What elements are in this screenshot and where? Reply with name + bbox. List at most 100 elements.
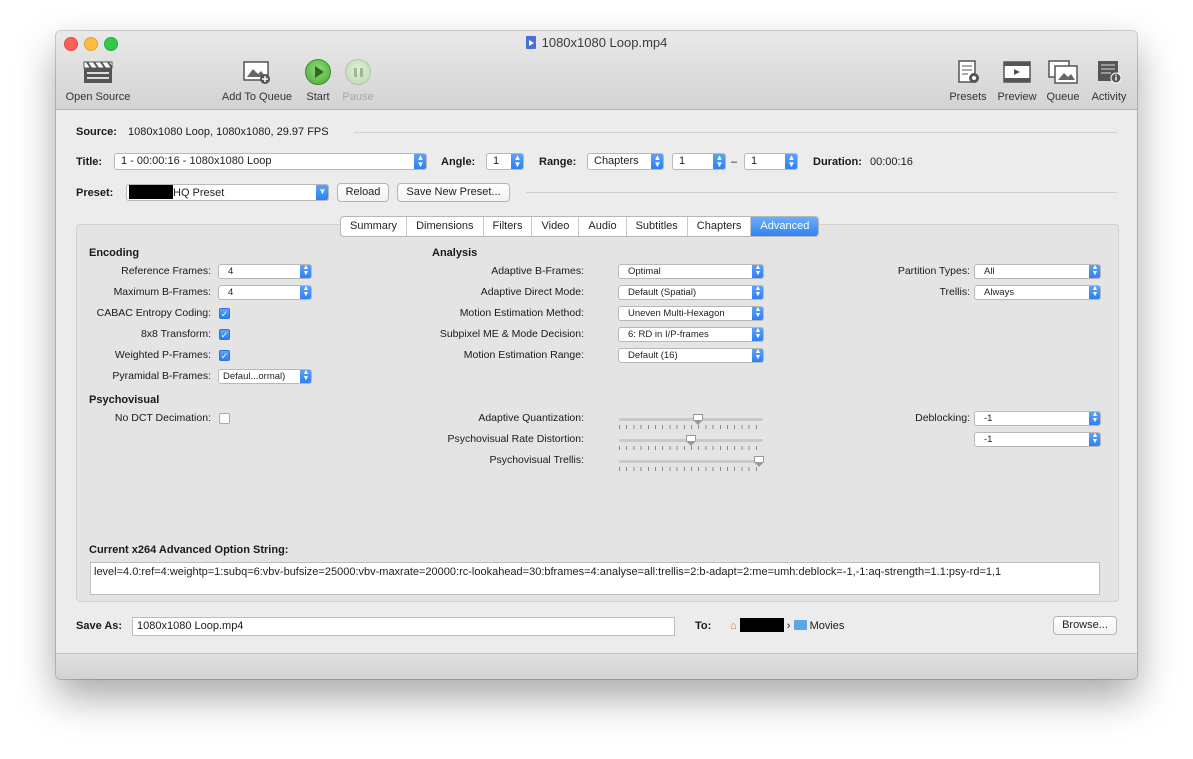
destination-path[interactable]: ⌂ › Movies — [730, 618, 844, 632]
weighted-p-label: Weighted P-Frames: — [114, 349, 211, 361]
chevron-updown-icon: ▲ ▼ — [651, 154, 663, 169]
status-bar — [56, 653, 1137, 679]
start-button[interactable]: Start — [300, 59, 336, 103]
source-label: Source: — [76, 126, 117, 138]
cabac-label: CABAC Entropy Coding: — [96, 307, 211, 319]
partition-types-select[interactable]: All ▲ ▼ — [974, 264, 1101, 279]
adaptive-direct-label: Adaptive Direct Mode: — [480, 286, 584, 298]
main-window: 1080x1080 Loop.mp4 Open Source Add To Qu… — [56, 31, 1137, 679]
psy-trellis-slider[interactable] — [619, 456, 764, 471]
transform-checkbox[interactable]: ✓ — [219, 329, 230, 340]
no-dct-checkbox[interactable] — [219, 413, 230, 424]
browse-button[interactable]: Browse... — [1053, 616, 1117, 635]
save-new-preset-button[interactable]: Save New Preset... — [397, 183, 510, 202]
me-range-select[interactable]: Default (16) ▲ ▼ — [618, 348, 764, 363]
tab-filters[interactable]: Filters — [484, 217, 533, 236]
chevron-updown-icon: ▲ ▼ — [511, 154, 523, 169]
add-to-queue-button[interactable]: Add To Queue — [218, 59, 296, 103]
preset-select[interactable]: HQ Preset ▼ — [126, 184, 329, 201]
range-start-select[interactable]: 1 ▲ ▼ — [672, 153, 726, 170]
queue-button[interactable]: Queue — [1043, 59, 1083, 103]
chevron-updown-icon: ▲ ▼ — [752, 286, 763, 299]
chevron-updown-icon: ▲ ▼ — [1089, 412, 1100, 425]
title-label: Title: — [76, 156, 103, 168]
me-method-label: Motion Estimation Method: — [459, 307, 584, 319]
deblock-strength-select[interactable]: -1 ▲ ▼ — [974, 411, 1101, 426]
pause-button[interactable]: Pause — [339, 59, 377, 103]
title-select[interactable]: 1 - 00:00:16 - 1080x1080 Loop ▲ ▼ — [114, 153, 427, 170]
slider-knob[interactable] — [686, 435, 696, 446]
chevron-updown-icon: ▲ ▼ — [713, 154, 725, 169]
trellis-select[interactable]: Always ▲ ▼ — [974, 285, 1101, 300]
chevron-updown-icon: ▲ ▼ — [752, 328, 763, 341]
chevron-updown-icon: ▲ ▼ — [752, 307, 763, 320]
chevron-updown-icon: ▲ ▼ — [752, 265, 763, 278]
duration-label: Duration: — [813, 156, 862, 168]
no-dct-label: No DCT Decimation: — [114, 412, 211, 424]
tab-summary[interactable]: Summary — [341, 217, 408, 236]
chevron-updown-icon: ▲ ▼ — [300, 370, 311, 383]
add-to-queue-icon — [218, 59, 296, 85]
subpixel-select[interactable]: 6: RD in I/P-frames ▲ ▼ — [618, 327, 764, 342]
queue-icon — [1043, 59, 1083, 85]
reload-button[interactable]: Reload — [337, 183, 389, 202]
chevron-updown-icon: ▲ ▼ — [1089, 265, 1100, 278]
weighted-p-checkbox[interactable]: ✓ — [219, 350, 230, 361]
chevron-updown-icon: ▲ ▼ — [300, 286, 311, 299]
pyramidal-select[interactable]: Defaul...ormal) ▲ ▼ — [218, 369, 312, 384]
tab-subtitles[interactable]: Subtitles — [627, 217, 688, 236]
presets-button[interactable]: Presets — [948, 59, 988, 103]
partition-types-label: Partition Types: — [897, 265, 970, 277]
me-method-select[interactable]: Uneven Multi-Hexagon ▲ ▼ — [618, 306, 764, 321]
play-icon — [305, 59, 331, 85]
adaptive-bframes-select[interactable]: Optimal ▲ ▼ — [618, 264, 764, 279]
save-as-label: Save As: — [76, 620, 123, 632]
transform-label: 8x8 Transform: — [140, 328, 211, 340]
tab-dimensions[interactable]: Dimensions — [407, 217, 484, 236]
subpixel-label: Subpixel ME & Mode Decision: — [439, 328, 584, 340]
document-icon — [525, 36, 536, 49]
activity-icon — [1086, 59, 1132, 85]
tab-bar: Summary Dimensions Filters Video Audio S… — [340, 216, 820, 237]
home-icon: ⌂ — [730, 620, 737, 632]
option-string-field[interactable]: level=4.0:ref=4:weightp=1:subq=6:vbv-buf… — [90, 562, 1100, 595]
adaptive-direct-select[interactable]: Default (Spatial) ▲ ▼ — [618, 285, 764, 300]
option-string-heading: Current x264 Advanced Option String: — [89, 544, 289, 556]
aq-slider[interactable] — [619, 414, 763, 429]
range-type-select[interactable]: Chapters ▲ ▼ — [587, 153, 664, 170]
preview-button[interactable]: Preview — [994, 59, 1040, 103]
reference-frames-select[interactable]: 4 ▲ ▼ — [218, 264, 312, 279]
open-source-button[interactable]: Open Source — [64, 59, 132, 103]
psychovisual-heading: Psychovisual — [89, 394, 160, 406]
pause-icon — [345, 59, 371, 85]
analysis-heading: Analysis — [432, 247, 478, 259]
cabac-checkbox[interactable]: ✓ — [219, 308, 230, 319]
range-end-select[interactable]: 1 ▲ ▼ — [744, 153, 798, 170]
redacted-block — [739, 618, 784, 632]
redacted-block — [129, 185, 173, 199]
tab-video[interactable]: Video — [532, 217, 580, 236]
folder-icon — [793, 620, 807, 630]
me-range-label: Motion Estimation Range: — [463, 349, 584, 361]
slider-knob[interactable] — [693, 414, 704, 425]
source-value: 1080x1080 Loop, 1080x1080, 29.97 FPS — [128, 126, 329, 138]
chevron-updown-icon: ▲ ▼ — [785, 154, 797, 169]
angle-select[interactable]: 1 ▲ ▼ — [486, 153, 524, 170]
psy-rd-slider[interactable] — [619, 435, 763, 450]
deblock-threshold-select[interactable]: -1 ▲ ▼ — [974, 432, 1101, 447]
chevron-updown-icon: ▲ ▼ — [752, 349, 763, 362]
presets-icon — [948, 59, 988, 85]
tab-advanced[interactable]: Advanced — [751, 217, 819, 236]
save-as-field[interactable]: 1080x1080 Loop.mp4 — [132, 617, 675, 636]
chevron-updown-icon: ▲ ▼ — [300, 265, 311, 278]
slider-knob[interactable] — [753, 456, 764, 467]
tab-audio[interactable]: Audio — [579, 217, 627, 236]
adaptive-bframes-label: Adaptive B-Frames: — [491, 265, 584, 277]
activity-button[interactable]: Activity — [1086, 59, 1132, 103]
tab-chapters[interactable]: Chapters — [688, 217, 752, 236]
trellis-label: Trellis: — [939, 286, 970, 298]
max-bframes-select[interactable]: 4 ▲ ▼ — [218, 285, 312, 300]
angle-label: Angle: — [441, 156, 476, 168]
psy-rd-label: Psychovisual Rate Distortion: — [447, 433, 584, 445]
deblocking-label: Deblocking: — [915, 412, 970, 424]
